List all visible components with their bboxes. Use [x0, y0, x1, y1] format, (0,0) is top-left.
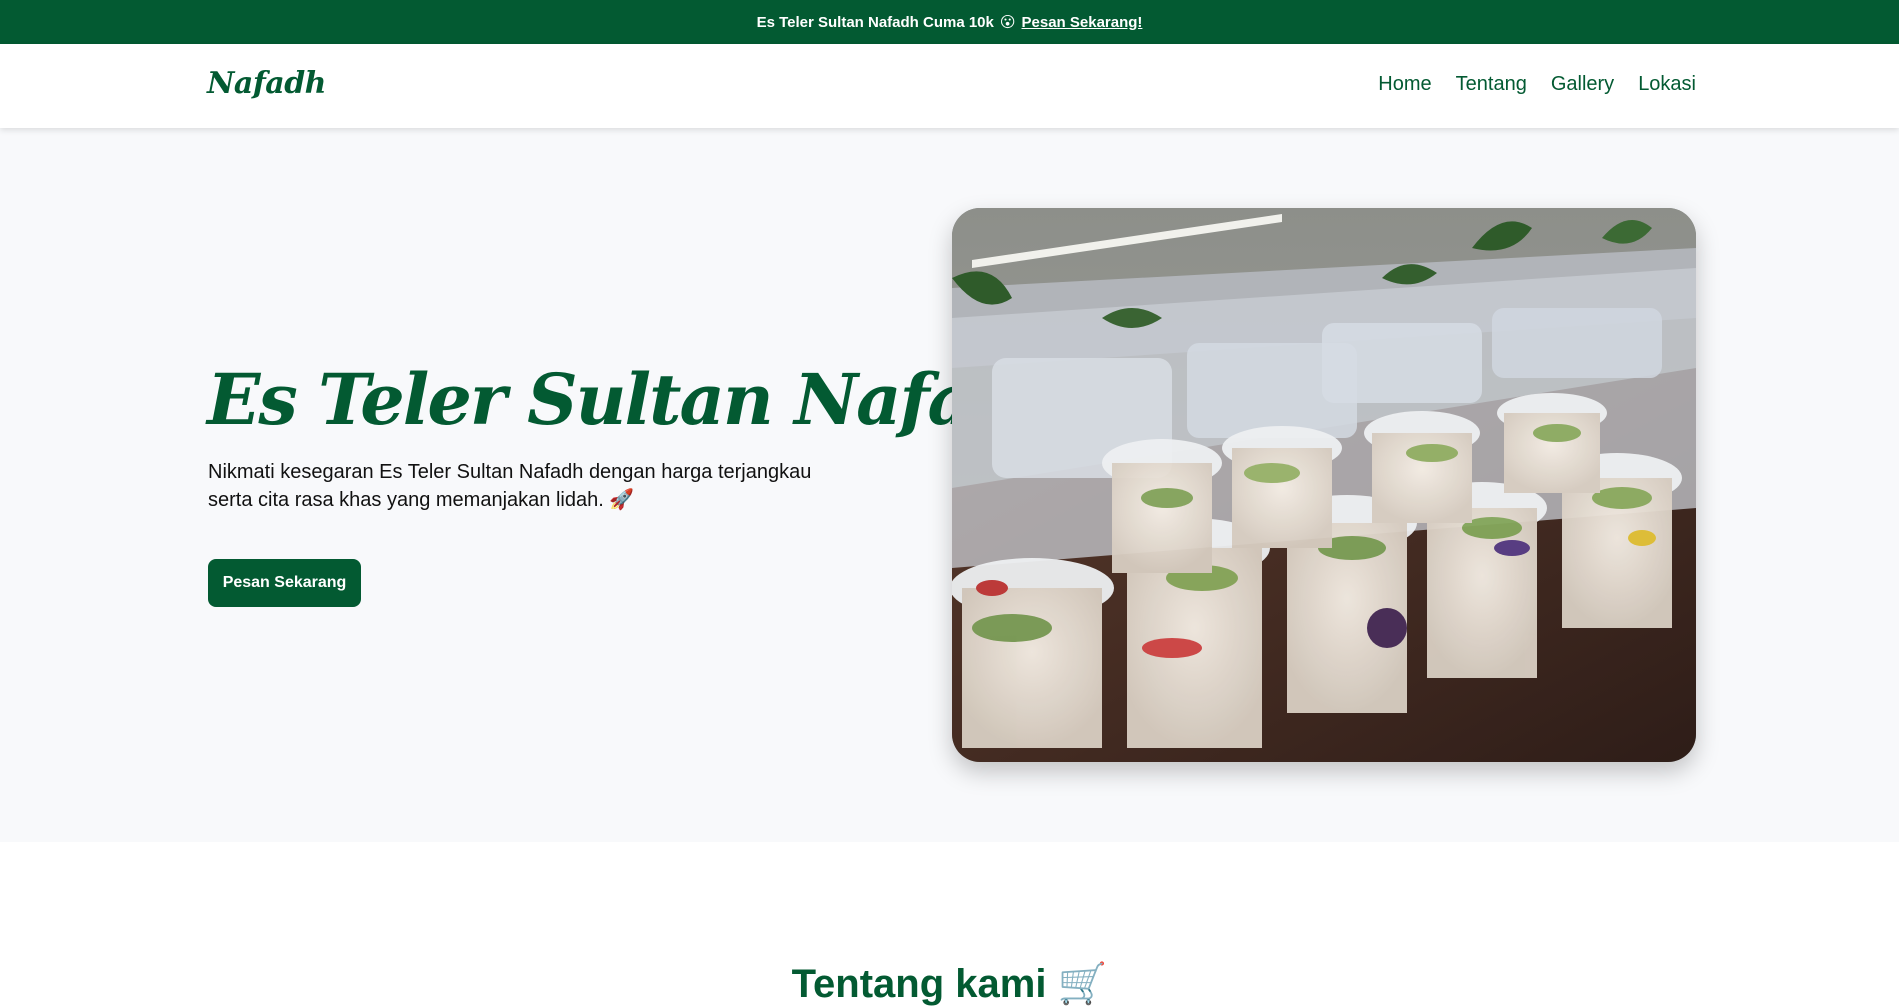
announcement-bar: Es Teler Sultan Nafadh Cuma 10k 😮 Pesan …	[0, 0, 1899, 44]
announcement-order-link[interactable]: Pesan Sekarang!	[1022, 14, 1143, 31]
hero-section: Es Teler Sultan Nafadh Nikmati kesegaran…	[0, 128, 1899, 842]
hero-description: Nikmati kesegaran Es Teler Sultan Nafadh…	[208, 459, 828, 514]
hero-product-image	[952, 208, 1696, 762]
nav-link-home[interactable]: Home	[1378, 73, 1431, 96]
nav-links: Home Tentang Gallery Lokasi	[1378, 73, 1696, 96]
hero-description-text: Nikmati kesegaran Es Teler Sultan Nafadh…	[208, 461, 812, 511]
nav-link-gallery[interactable]: Gallery	[1551, 73, 1614, 96]
rocket-icon: 🚀	[609, 487, 635, 511]
about-title-text: Tentang kami	[791, 962, 1047, 1006]
astonished-face-icon: 😮	[999, 13, 1016, 31]
announcement-text: Es Teler Sultan Nafadh Cuma 10k	[756, 13, 994, 31]
hero-title: Es Teler Sultan Nafadh	[207, 358, 1069, 441]
brand-logo[interactable]: Nafadh	[207, 66, 327, 101]
about-section-title: Tentang kami 🛒	[0, 960, 1899, 1007]
es-teler-cups-illustration	[952, 208, 1696, 762]
nav-link-tentang[interactable]: Tentang	[1456, 73, 1527, 96]
shopping-cart-icon: 🛒	[1057, 961, 1108, 1007]
nav-link-lokasi[interactable]: Lokasi	[1638, 73, 1696, 96]
order-now-button[interactable]: Pesan Sekarang	[208, 559, 361, 607]
navbar: Nafadh Home Tentang Gallery Lokasi	[0, 44, 1899, 128]
